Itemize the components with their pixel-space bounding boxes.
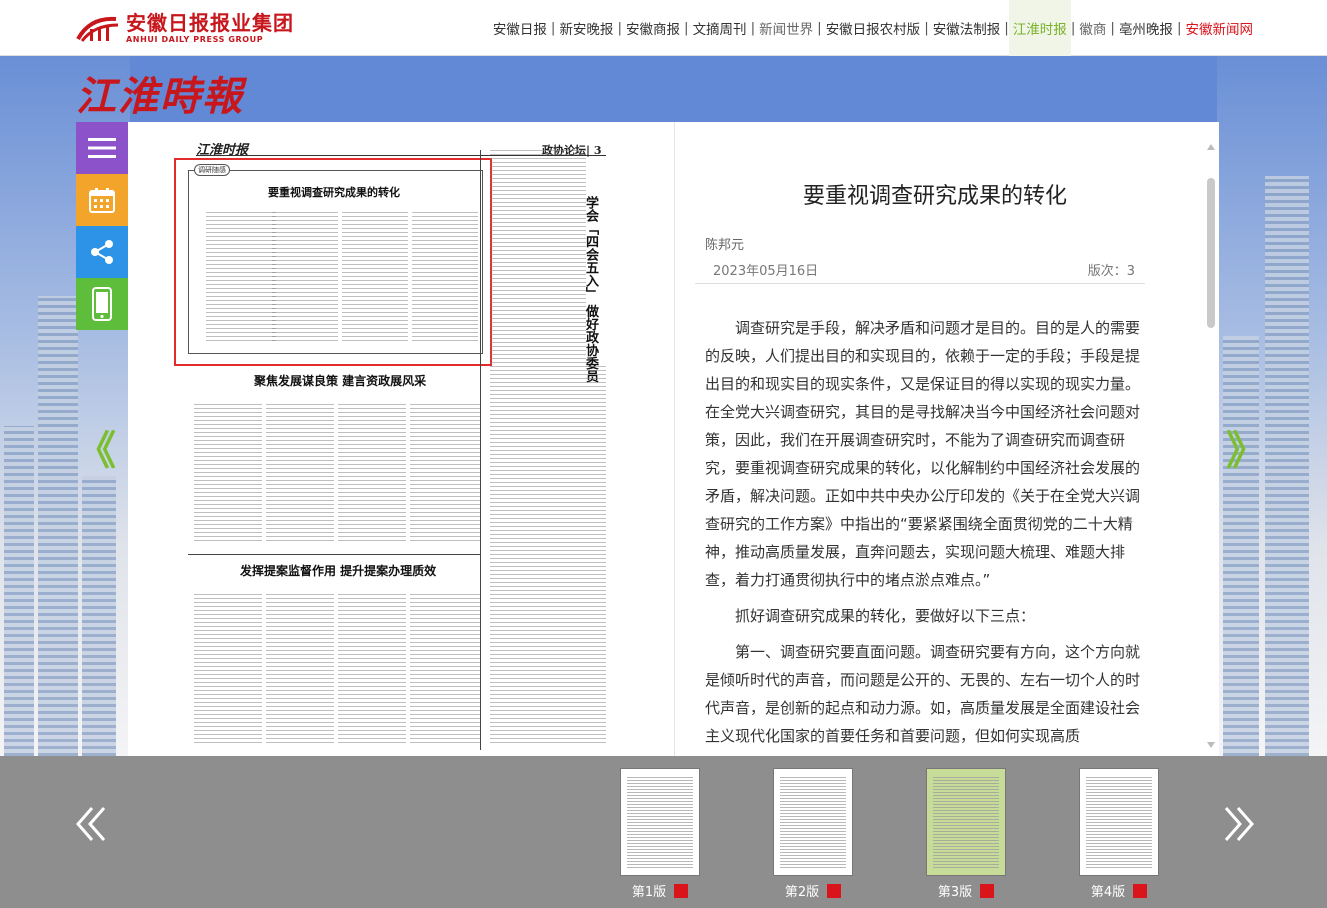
nav-link[interactable]: 徽商 xyxy=(1075,0,1110,56)
page-label[interactable]: 第1版 xyxy=(632,881,666,900)
top-nav: 安徽日报 | 新安晚报 | 安徽商报 | 文摘周刊 | 新闻世界 | 安徽日报农村版 | 安徽法制报 | 江… xyxy=(489,0,1257,56)
pdf-icon[interactable]: PDF xyxy=(674,883,689,898)
page-thumbnail[interactable]: 第3版 PDF xyxy=(926,768,1006,900)
mobile-button[interactable] xyxy=(76,278,128,330)
page-thumbnail-label: 第4版 PDF xyxy=(1079,881,1159,900)
nav-link[interactable]: 安徽商报 xyxy=(622,0,684,56)
article-author: 陈邦元 xyxy=(705,238,745,253)
page-thumbnail-label: 第2版 PDF xyxy=(773,881,853,900)
pdf-icon[interactable]: PDF xyxy=(980,883,995,898)
group-logo[interactable]: 安徽日报报业集团 ANHUI DAILY PRESS GROUP xyxy=(76,12,294,44)
page-thumbnail-image[interactable] xyxy=(926,768,1006,876)
selected-article-highlight[interactable] xyxy=(174,158,492,366)
nav-link[interactable]: 安徽日报 xyxy=(489,0,551,56)
calendar-button[interactable] xyxy=(76,174,128,226)
page-label[interactable]: 第3版 xyxy=(938,881,972,900)
newspaper-masthead: 江淮时报 xyxy=(196,143,249,158)
article-panel: 要重视调查研究成果的转化 陈邦元 2023年05月16日 版次：3 调查研究是手… xyxy=(674,122,1219,756)
nav-link[interactable]: 安徽新闻网 xyxy=(1182,0,1258,56)
page-thumbnail-image[interactable] xyxy=(1079,768,1159,876)
next-page-arrow-icon[interactable]: 》 xyxy=(1226,418,1266,476)
article-scrollbar[interactable] xyxy=(1207,144,1215,748)
page-thumbnail-image[interactable] xyxy=(773,768,853,876)
nav-link[interactable]: 文摘周刊 xyxy=(689,0,751,56)
nav-link[interactable]: 新闻世界 xyxy=(755,0,817,56)
pdf-icon[interactable]: PDF xyxy=(1133,883,1148,898)
article-paragraph: 调查研究是手段，解决矛盾和问题才是目的。目的是人的需要的反映，人们提出目的和实现… xyxy=(705,319,1141,589)
article-body: 调查研究是手段，解决矛盾和问题才是目的。目的是人的需要的反映，人们提出目的和实现… xyxy=(705,314,1141,758)
page-thumbnail-label: 第3版 PDF xyxy=(926,881,1006,900)
pdf-icon[interactable]: PDF xyxy=(827,883,842,898)
mobile-icon xyxy=(92,287,112,321)
page-label[interactable]: 第4版 xyxy=(1091,881,1125,900)
share-icon xyxy=(91,240,113,264)
group-name-cn: 安徽日报报业集团 xyxy=(126,11,294,35)
nav-link[interactable]: 江淮时报 xyxy=(1008,0,1071,56)
article-meta: 2023年05月16日 版次：3 xyxy=(695,256,1145,284)
nav-link[interactable]: 安徽法制报 xyxy=(929,0,1005,56)
article-title: 要重视调查研究成果的转化 xyxy=(802,184,1067,209)
article-paragraph: 第一、调查研究要直面问题。调查研究要有方向，这个方向就是倾听时代的声音，而问题是… xyxy=(705,643,1141,745)
background-buildings-right xyxy=(1217,56,1327,756)
group-name-en: ANHUI DAILY PRESS GROUP xyxy=(126,35,264,44)
calendar-icon xyxy=(89,188,115,213)
side-toolbar xyxy=(76,122,128,330)
prev-page-arrow-icon[interactable]: 《 xyxy=(76,418,116,476)
nav-link[interactable]: 安徽日报农村版 xyxy=(822,0,925,56)
group-logo-icon xyxy=(76,13,120,43)
menu-button[interactable] xyxy=(76,122,128,174)
share-button[interactable] xyxy=(76,226,128,278)
page-thumbnail-bar: 第1版 PDF 第2版 PDF 第3版 PDF 第4版 PDF xyxy=(0,756,1327,908)
thumbnail-next-arrow-icon[interactable] xyxy=(1222,804,1256,855)
page-thumbnail[interactable]: 第4版 PDF xyxy=(1079,768,1159,900)
nav-link[interactable]: 新安晚报 xyxy=(555,0,617,56)
thumbnail-prev-arrow-icon[interactable] xyxy=(74,804,108,855)
page-thumbnail[interactable]: 第1版 PDF xyxy=(620,768,700,900)
scroll-up-arrow-icon[interactable] xyxy=(1207,144,1215,150)
article-paragraph: 抓好调查研究成果的转化，要做好以下三点： xyxy=(735,607,1036,625)
page-thumbnail-label: 第1版 PDF xyxy=(620,881,700,900)
article-date: 2023年05月16日 xyxy=(713,264,819,279)
newspaper-brand-title: 江淮時報 xyxy=(76,73,244,120)
page-label[interactable]: 第2版 xyxy=(785,881,819,900)
scroll-thumb[interactable] xyxy=(1207,178,1215,328)
menu-icon xyxy=(88,138,116,158)
page-thumbnail[interactable]: 第2版 PDF xyxy=(773,768,853,900)
headline-3[interactable]: 发挥提案监督作用 提升提案办理质效 xyxy=(240,562,436,579)
page-thumbnail-image[interactable] xyxy=(620,768,700,876)
scroll-down-arrow-icon[interactable] xyxy=(1207,742,1215,748)
newspaper-page-view[interactable]: 江淮时报 政协论坛| 3 调研随感 要重视调查研究成果的转化 学会「四会五入」 … xyxy=(128,122,674,756)
top-bar: 安徽日报报业集团 ANHUI DAILY PRESS GROUP 安徽日报 | 新安… xyxy=(0,0,1327,56)
nav-link[interactable]: 亳州晚报 xyxy=(1115,0,1177,56)
article-edition: 版次：3 xyxy=(1087,264,1135,279)
headline-2[interactable]: 聚焦发展谋良策 建言资政展风采 xyxy=(254,372,426,389)
